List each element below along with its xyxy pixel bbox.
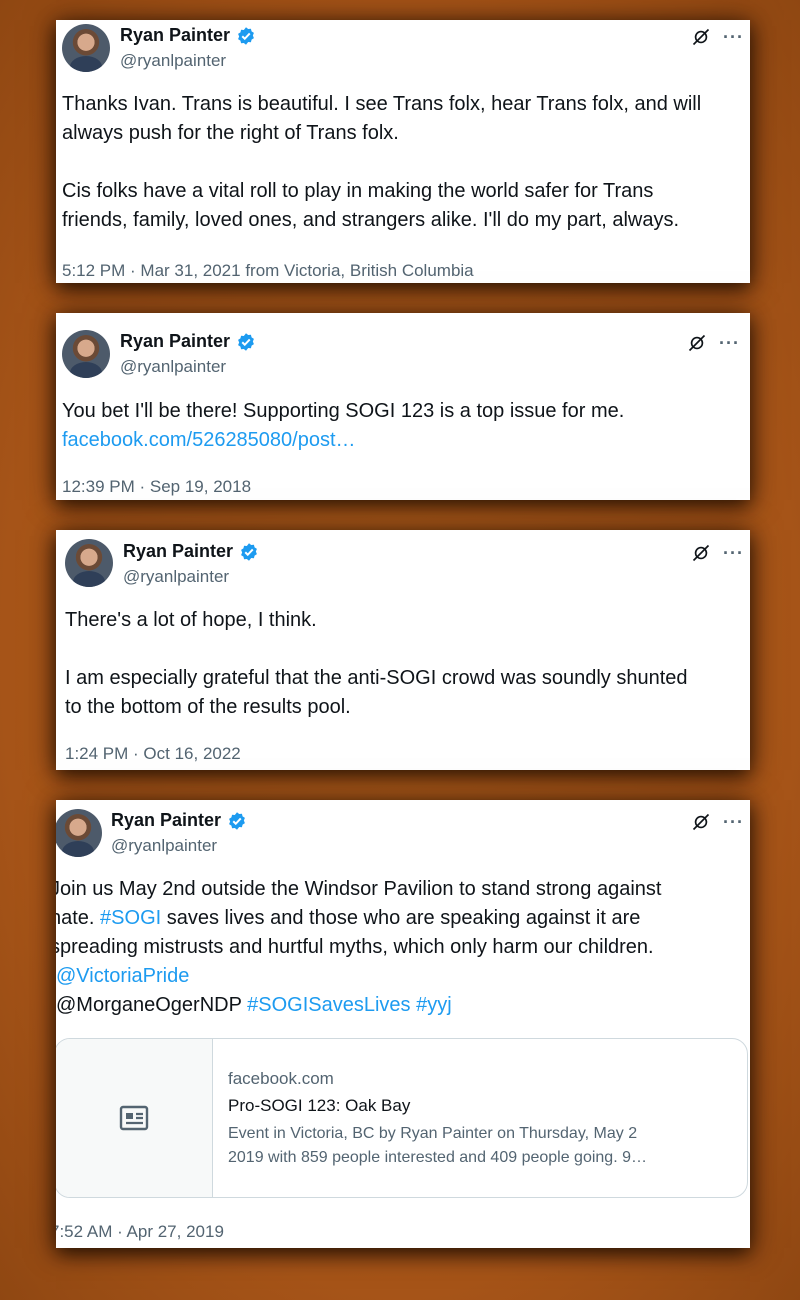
grok-icon[interactable] [691,812,711,832]
link-domain: facebook.com [228,1069,334,1088]
hashtag-link[interactable]: #SOGI [100,907,161,929]
tweet-line: Join us May 2nd outside the Windsor Pavi… [56,878,662,900]
tweet-line: @MorganeOgerNDP #SOGISavesLives #yyj [56,991,661,1020]
tweet-text: Thanks Ivan. Trans is beautiful. I see T… [62,90,701,235]
timestamp[interactable]: 1:24 PM · Oct 16, 2022 [65,744,241,764]
tweet-line: spreading mistrusts and hurtful myths, w… [56,936,654,958]
author-handle[interactable]: @ryanlpainter [120,51,226,71]
hashtag-link[interactable]: #yyj [416,994,452,1016]
tweet-text: Join us May 2nd outside the Windsor Pavi… [56,875,661,1020]
timestamp[interactable]: 5:12 PM · Mar 31, 2021 from Victoria, Br… [62,261,474,281]
avatar[interactable] [62,24,110,72]
tweet-line: friends, family, loved ones, and strange… [62,209,680,231]
author-handle[interactable]: @ryanlpainter [123,567,229,587]
link-description: 2019 with 859 people interested and 409 … [228,1149,647,1166]
tweet-card-3: Ryan Painter @ryanlpainter ··· There's a… [56,530,750,770]
more-icon[interactable]: ··· [723,28,744,46]
verified-badge-icon [238,26,254,45]
link-title: Pro-SOGI 123: Oak Bay [228,1096,411,1115]
more-icon[interactable]: ··· [719,334,740,352]
author-name[interactable]: Ryan Painter [123,541,233,562]
link-description: Event in Victoria, BC by Ryan Painter on… [228,1125,638,1142]
tweet-card-2: Ryan Painter @ryanlpainter ··· You bet I… [56,313,750,500]
link-preview-card[interactable]: facebook.com Pro-SOGI 123: Oak Bay Event… [56,1038,748,1198]
avatar[interactable] [65,539,113,587]
tweet-link[interactable]: facebook.com/526285080/post… [62,426,624,455]
avatar[interactable] [56,809,102,857]
news-article-icon [119,1105,148,1131]
tweet-card-1: Ryan Painter @ryanlpainter ··· Thanks Iv… [56,20,750,283]
tweet-line: Cis folks have a vital roll to play in m… [62,180,654,202]
tweet-text: You bet I'll be there! Supporting SOGI 1… [62,397,624,455]
mention-link[interactable]: @VictoriaPride [56,962,661,991]
author-handle[interactable]: @ryanlpainter [111,836,217,856]
tweet-line: hate. #SOGI saves lives and those who ar… [56,904,661,933]
verified-badge-icon [229,811,245,830]
author-name[interactable]: Ryan Painter [111,810,221,831]
tweet-line: You bet I'll be there! Supporting SOGI 1… [62,400,625,422]
avatar[interactable] [62,330,110,378]
timestamp[interactable]: 12:39 PM · Sep 19, 2018 [62,477,251,497]
tweet-line: to the bottom of the results pool. [65,696,351,718]
more-icon[interactable]: ··· [723,544,744,562]
grok-icon[interactable] [691,543,711,563]
tweet-card-4: Ryan Painter @ryanlpainter ··· Join us M… [56,800,750,1248]
tweet-line: Thanks Ivan. Trans is beautiful. I see T… [62,93,702,115]
grok-icon[interactable] [691,27,711,47]
grok-icon[interactable] [687,333,707,353]
verified-badge-icon [241,542,257,561]
tweet-text-fragment: saves lives and those who are speaking a… [161,907,641,929]
mention-text[interactable]: @MorganeOgerNDP [56,994,242,1016]
tweet-line: always push for the right of Trans folx. [62,122,399,144]
tweet-line: There's a lot of hope, I think. [65,609,317,631]
author-name[interactable]: Ryan Painter [120,25,230,46]
author-name[interactable]: Ryan Painter [120,331,230,352]
tweet-text: There's a lot of hope, I think. I am esp… [65,606,688,722]
link-thumbnail [56,1039,213,1197]
timestamp[interactable]: 7:52 AM · Apr 27, 2019 [56,1222,224,1242]
more-icon[interactable]: ··· [723,813,744,831]
author-handle[interactable]: @ryanlpainter [120,357,226,377]
tweet-text-fragment: hate. [56,907,95,929]
tweet-line: I am especially grateful that the anti-S… [65,667,688,689]
hashtag-link[interactable]: #SOGISavesLives [247,994,410,1016]
verified-badge-icon [238,332,254,351]
